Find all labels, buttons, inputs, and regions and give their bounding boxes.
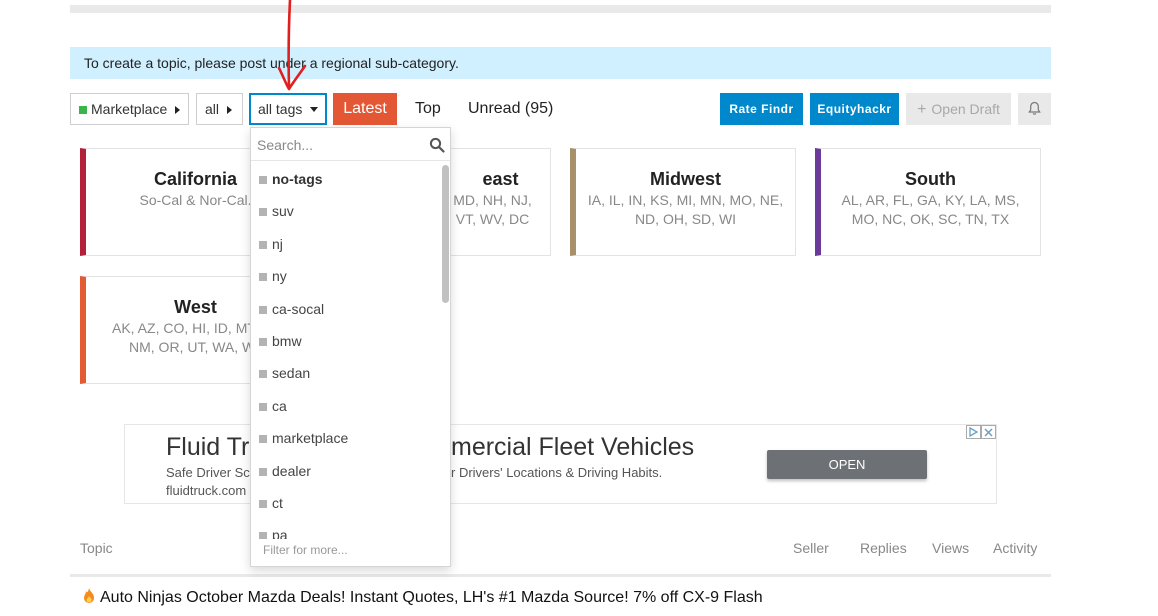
category-label: Marketplace bbox=[91, 101, 168, 117]
column-header-views[interactable]: Views bbox=[932, 540, 969, 556]
region-states: IA, IL, IN, KS, MI, MN, MO, NE, bbox=[587, 192, 784, 208]
tag-color-square bbox=[259, 305, 267, 314]
tag-color-square bbox=[259, 337, 267, 346]
fire-icon bbox=[84, 588, 94, 603]
tag-option-label: dealer bbox=[272, 462, 311, 479]
tag-color-square bbox=[259, 240, 267, 249]
tag-color-square bbox=[259, 435, 267, 444]
tag-option-ca[interactable]: ca bbox=[251, 390, 441, 422]
tag-option-label: marketplace bbox=[272, 430, 349, 447]
ad-open-button[interactable]: OPEN bbox=[767, 450, 927, 479]
ad-subtext: Safe Driver Sco bbox=[166, 465, 258, 480]
tag-color-square bbox=[259, 499, 267, 508]
nav-latest[interactable]: Latest bbox=[333, 93, 397, 125]
bell-icon bbox=[1028, 101, 1041, 115]
caret-right-icon bbox=[175, 106, 181, 114]
ad-headline: Fluid Tr bbox=[166, 433, 250, 461]
open-draft-button[interactable]: + Open Draft bbox=[906, 93, 1011, 125]
tag-color-square bbox=[259, 402, 267, 411]
tags-dropdown-menu: no-tags suv nj ny ca-socal bmw sedan ca … bbox=[250, 127, 451, 567]
tag-option-label: ca-socal bbox=[272, 300, 325, 317]
region-card-south[interactable]: South AL, AR, FL, GA, KY, LA, MS, MO, NC… bbox=[815, 148, 1041, 256]
region-states: ND, OH, SD, WI bbox=[634, 211, 737, 227]
ad-domain: fluidtruck.com bbox=[166, 483, 247, 498]
tag-option-label: bmw bbox=[272, 332, 302, 349]
annotation-arrow-icon bbox=[277, 0, 307, 91]
topic-title[interactable]: Auto Ninjas October Mazda Deals! Instant… bbox=[100, 589, 763, 606]
ad-subtext: r Drivers' Locations & Driving Habits. bbox=[451, 465, 663, 480]
region-card-midwest[interactable]: Midwest IA, IL, IN, KS, MI, MN, MO, NE, … bbox=[570, 148, 796, 256]
tag-option-suv[interactable]: suv bbox=[251, 195, 441, 227]
tag-search-box bbox=[251, 128, 450, 161]
subcategory-label: all bbox=[205, 101, 220, 117]
caret-right-icon bbox=[227, 106, 233, 114]
plus-icon: + bbox=[917, 101, 927, 118]
tag-search-input[interactable] bbox=[257, 134, 417, 156]
tag-option-nj[interactable]: nj bbox=[251, 228, 441, 260]
ad-headline: mercial Fleet Vehicles bbox=[451, 433, 695, 461]
equityhackr-button[interactable]: Equityhackr bbox=[810, 93, 899, 125]
tag-option-ct[interactable]: ct bbox=[251, 487, 441, 519]
create-topic-notice: To create a topic, please post under a r… bbox=[70, 47, 1051, 79]
tag-option-label: no-tags bbox=[272, 171, 323, 187]
nav-top[interactable]: Top bbox=[415, 93, 441, 125]
tag-option-label: sedan bbox=[272, 365, 311, 382]
tag-option-no-tags[interactable]: no-tags bbox=[251, 163, 441, 195]
column-header-seller[interactable]: Seller bbox=[793, 540, 829, 556]
nav-unread[interactable]: Unread (95) bbox=[468, 93, 553, 125]
tag-option-dealer[interactable]: dealer bbox=[251, 455, 441, 487]
tag-option-label: ny bbox=[272, 268, 287, 285]
tag-option-bmw[interactable]: bmw bbox=[251, 325, 441, 357]
open-draft-label: Open Draft bbox=[931, 101, 1000, 117]
column-header-topic[interactable]: Topic bbox=[80, 540, 113, 556]
tag-option-label: ct bbox=[272, 494, 283, 511]
top-divider bbox=[70, 5, 1051, 13]
tag-option-ca-socal[interactable]: ca-socal bbox=[251, 293, 441, 325]
search-icon[interactable] bbox=[429, 137, 445, 153]
tag-color-square bbox=[259, 467, 267, 476]
tag-option-label: suv bbox=[272, 203, 294, 220]
region-states: MO, NC, OK, SC, TN, TX bbox=[851, 211, 1010, 227]
rate-findr-button[interactable]: Rate Findr bbox=[720, 93, 803, 125]
tag-list: no-tags suv nj ny ca-socal bmw sedan ca … bbox=[251, 163, 441, 552]
tag-option-sedan[interactable]: sedan bbox=[251, 357, 441, 389]
tag-option-ny[interactable]: ny bbox=[251, 260, 441, 292]
tag-color-square bbox=[259, 273, 267, 282]
region-states: AL, AR, FL, GA, KY, LA, MS, bbox=[841, 192, 1020, 208]
tag-option-label: nj bbox=[272, 235, 283, 252]
table-row[interactable]: Auto Ninjas October Mazda Deals! Instant… bbox=[80, 587, 780, 609]
column-header-activity[interactable]: Activity bbox=[993, 540, 1037, 556]
notification-button[interactable] bbox=[1018, 93, 1051, 125]
tag-color-square bbox=[259, 370, 267, 379]
tag-color-square bbox=[259, 208, 267, 217]
region-title: Midwest bbox=[649, 169, 721, 189]
caret-down-icon bbox=[310, 107, 319, 112]
tag-option-marketplace[interactable]: marketplace bbox=[251, 422, 441, 454]
region-title: South bbox=[905, 169, 956, 189]
column-header-replies[interactable]: Replies bbox=[860, 540, 907, 556]
filter-hint: Filter for more... bbox=[251, 539, 450, 566]
category-color-square bbox=[79, 106, 87, 114]
tags-label: all tags bbox=[258, 101, 303, 117]
table-header-divider bbox=[70, 574, 1051, 577]
tag-color-square bbox=[259, 176, 267, 184]
subcategory-dropdown[interactable]: all bbox=[196, 93, 243, 125]
ad-choices-icon[interactable] bbox=[966, 425, 996, 439]
category-dropdown[interactable]: Marketplace bbox=[70, 93, 189, 125]
dropdown-scrollbar-thumb[interactable] bbox=[442, 165, 449, 303]
tag-option-label: ca bbox=[272, 397, 287, 414]
